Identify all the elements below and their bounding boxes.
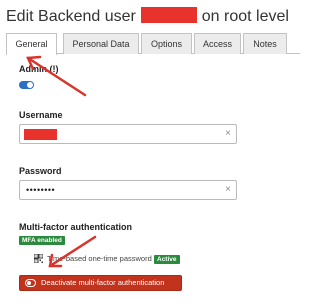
deactivate-mfa-label: Deactivate multi-factor authentication bbox=[41, 278, 165, 287]
admin-toggle-knob bbox=[27, 82, 33, 88]
redacted-username-value bbox=[24, 129, 57, 140]
deactivate-mfa-button[interactable]: Deactivate multi-factor authentication bbox=[19, 275, 182, 291]
username-clear-icon[interactable]: × bbox=[225, 128, 231, 140]
password-label: Password bbox=[19, 166, 62, 176]
page-title-suffix: on root level bbox=[201, 8, 289, 25]
admin-toggle[interactable] bbox=[19, 81, 34, 89]
annotation-arrow-tab bbox=[26, 55, 87, 97]
password-clear-icon[interactable]: × bbox=[225, 184, 231, 196]
qrcode-icon bbox=[34, 254, 43, 263]
tab-options[interactable]: Options bbox=[141, 33, 192, 54]
mfa-heading: Multi-factor authentication bbox=[19, 222, 132, 232]
password-field[interactable]: •••••••• × bbox=[19, 180, 237, 200]
password-value: •••••••• bbox=[26, 185, 56, 195]
username-field[interactable]: × bbox=[19, 124, 237, 144]
page-title: Edit Backend user on root level bbox=[6, 7, 289, 27]
username-label: Username bbox=[19, 110, 63, 120]
mfa-provider-name: Time-based one-time password bbox=[47, 254, 152, 263]
tab-notes[interactable]: Notes bbox=[243, 33, 287, 54]
toggle-off-icon bbox=[25, 279, 36, 287]
tab-personal-data[interactable]: Personal Data bbox=[63, 33, 139, 54]
tab-access[interactable]: Access bbox=[194, 33, 241, 54]
admin-label: Admin (!) bbox=[19, 64, 59, 74]
mfa-enabled-badge: MFA enabled bbox=[19, 236, 65, 245]
tab-general[interactable]: General bbox=[6, 33, 57, 55]
mfa-provider-status-badge: Active bbox=[154, 255, 180, 264]
redacted-username bbox=[141, 7, 198, 23]
tab-bar: General Personal Data Options Access Not… bbox=[6, 33, 300, 55]
page-title-prefix: Edit Backend user bbox=[6, 8, 136, 25]
